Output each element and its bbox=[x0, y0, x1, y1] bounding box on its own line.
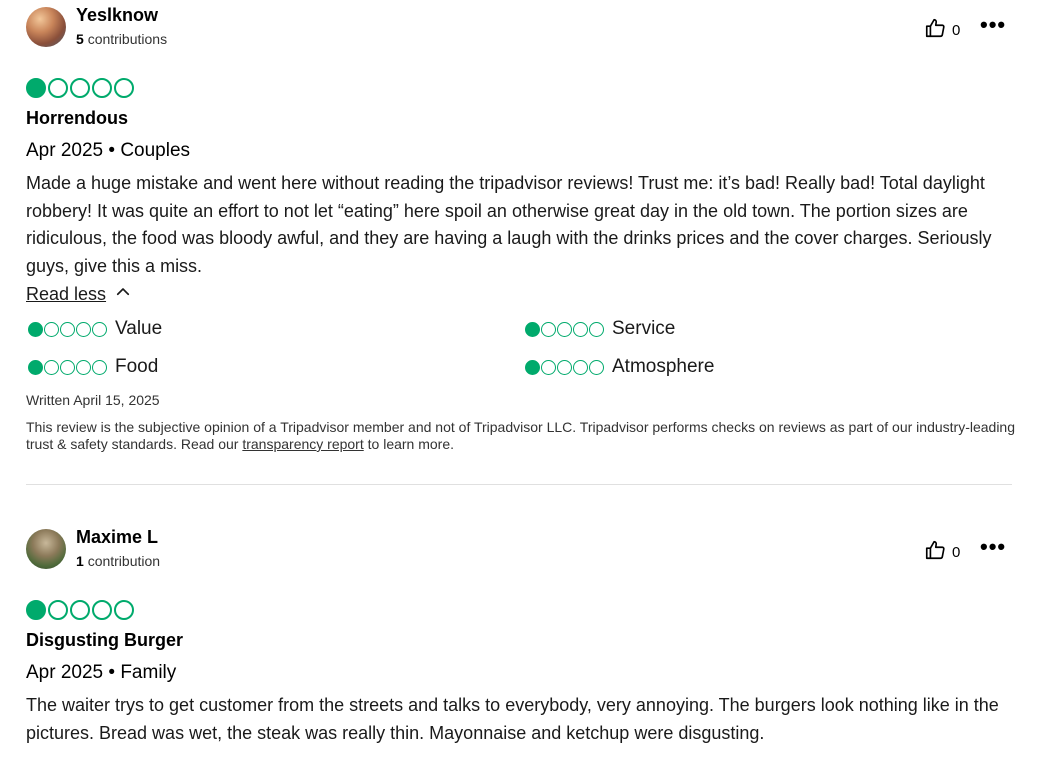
rating-bubble bbox=[92, 78, 112, 98]
subrating-label: Food bbox=[115, 356, 159, 377]
review-title[interactable]: Horrendous bbox=[26, 108, 1012, 129]
rating-bubble bbox=[114, 600, 134, 620]
subrating-label: Service bbox=[612, 318, 676, 339]
thumbs-up-icon bbox=[924, 17, 946, 44]
rating-bubbles bbox=[26, 600, 1012, 622]
helpful-count: 0 bbox=[952, 544, 961, 561]
rating-bubble bbox=[557, 359, 572, 375]
review-header: Maxime L 1 contribution 0 ••• bbox=[26, 522, 1012, 578]
rating-bubble bbox=[26, 600, 46, 620]
rating-bubble bbox=[28, 321, 43, 337]
more-options-icon[interactable]: ••• bbox=[980, 14, 1006, 36]
rating-bubble bbox=[589, 359, 604, 375]
rating-bubble bbox=[48, 600, 68, 620]
review-divider bbox=[26, 484, 1012, 485]
rating-bubble bbox=[92, 600, 112, 620]
rating-bubble bbox=[76, 359, 91, 375]
rating-bubble bbox=[70, 78, 90, 98]
rating-bubble bbox=[114, 78, 134, 98]
subrating-atmosphere: Atmosphere bbox=[525, 356, 714, 378]
read-less-label: Read less bbox=[26, 284, 107, 304]
review-card: Maxime L 1 contribution 0 ••• Disgusting… bbox=[26, 522, 1012, 747]
rating-bubble bbox=[589, 321, 604, 337]
rating-bubble bbox=[44, 359, 59, 375]
subrating-service: Service bbox=[525, 318, 675, 340]
read-less-button[interactable]: Read less bbox=[26, 283, 1012, 306]
rating-bubble bbox=[557, 321, 572, 337]
rating-bubble bbox=[525, 321, 540, 337]
rating-bubbles bbox=[26, 78, 1012, 100]
rating-bubble bbox=[92, 359, 107, 375]
rating-bubble bbox=[541, 359, 556, 375]
rating-bubble bbox=[48, 78, 68, 98]
subrating-bubbles bbox=[28, 359, 107, 375]
contributions-label: contribution bbox=[87, 553, 161, 569]
review-card: Yeslknow 5 contributions 0 ••• Horrendou… bbox=[26, 0, 1015, 453]
review-body: The waiter trys to get customer from the… bbox=[26, 695, 999, 743]
subrating-bubbles bbox=[525, 321, 604, 337]
rating-bubble bbox=[573, 359, 588, 375]
rating-bubble bbox=[525, 359, 540, 375]
rating-bubble bbox=[70, 600, 90, 620]
subrating-food: Food bbox=[28, 356, 158, 378]
rating-bubble bbox=[573, 321, 588, 337]
subrating-bubbles bbox=[525, 359, 604, 375]
username[interactable]: Maxime L bbox=[76, 527, 158, 548]
helpful-vote-button[interactable]: 0 bbox=[924, 17, 960, 44]
contributions-label: contributions bbox=[87, 31, 168, 47]
transparency-report-link[interactable]: transparency report bbox=[242, 436, 363, 452]
rating-bubble bbox=[76, 321, 91, 337]
review-disclaimer: This review is the subjective opinion of… bbox=[26, 419, 1016, 453]
subrating-bubbles bbox=[28, 321, 107, 337]
rating-bubble bbox=[541, 321, 556, 337]
more-options-icon[interactable]: ••• bbox=[980, 536, 1006, 558]
review-meta: Apr 2025 • Couples bbox=[26, 140, 191, 161]
disclaimer-text: This review is the subjective opinion of… bbox=[26, 419, 1016, 452]
contributions-count: 5 bbox=[76, 31, 84, 47]
rating-bubble bbox=[28, 359, 43, 375]
subratings: Value Service Food Atmosphere bbox=[26, 310, 1012, 386]
review-header: Yeslknow 5 contributions 0 ••• bbox=[26, 0, 1012, 56]
contributions: 5 contributions bbox=[76, 31, 167, 47]
rating-bubble bbox=[60, 321, 75, 337]
contributions: 1 contribution bbox=[76, 553, 160, 569]
thumbs-up-icon bbox=[924, 539, 946, 566]
helpful-vote-button[interactable]: 0 bbox=[924, 539, 960, 566]
review-body: Made a huge mistake and went here withou… bbox=[26, 173, 992, 276]
review-title[interactable]: Disgusting Burger bbox=[26, 630, 1012, 651]
rating-bubble bbox=[92, 321, 107, 337]
avatar[interactable] bbox=[26, 7, 66, 47]
contributions-count: 1 bbox=[76, 553, 84, 569]
avatar[interactable] bbox=[26, 529, 66, 569]
disclaimer-text-end: to learn more. bbox=[363, 436, 455, 452]
rating-bubble bbox=[60, 359, 75, 375]
review-meta: Apr 2025 • Family bbox=[26, 662, 177, 683]
chevron-up-icon bbox=[114, 283, 132, 306]
rating-bubble bbox=[26, 78, 46, 98]
username[interactable]: Yeslknow bbox=[76, 5, 158, 26]
helpful-count: 0 bbox=[952, 22, 961, 39]
subrating-label: Value bbox=[115, 318, 163, 339]
subrating-label: Atmosphere bbox=[612, 356, 715, 377]
rating-bubble bbox=[44, 321, 59, 337]
written-date: Written April 15, 2025 bbox=[26, 392, 160, 408]
subrating-value: Value bbox=[28, 318, 162, 340]
